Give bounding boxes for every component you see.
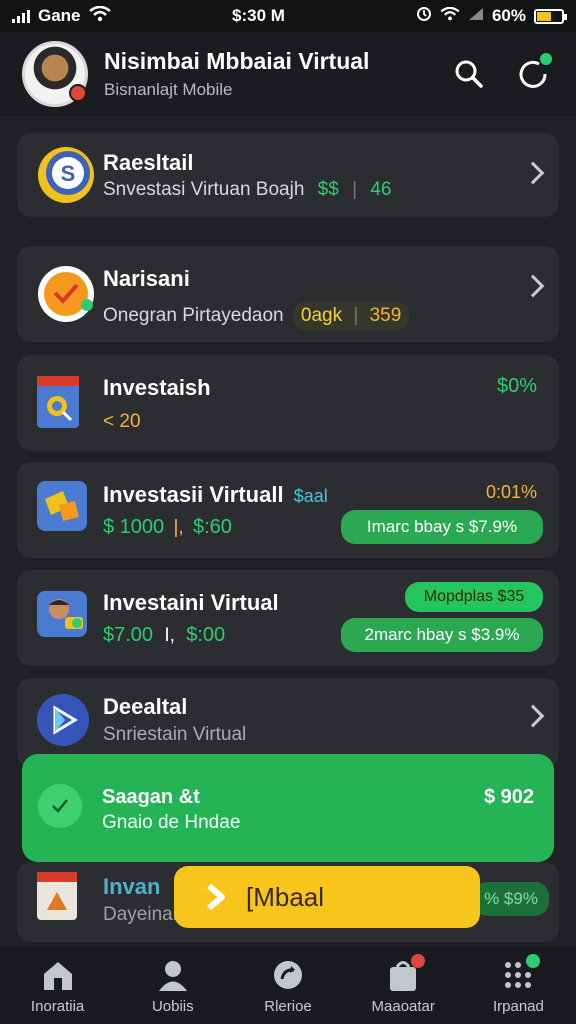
action-label: [Mbaal — [246, 881, 325, 912]
item-title: Investasii Virtuall — [103, 482, 284, 507]
item-sub-value: < 20 — [103, 411, 141, 432]
promo-subtitle: Gnaio de Hndae — [102, 812, 241, 833]
svg-text:S: S — [61, 161, 76, 186]
notification-dot — [526, 954, 541, 968]
divider: |, — [173, 517, 184, 538]
item-title: Investaish — [103, 375, 211, 400]
check-badge-icon — [35, 263, 97, 325]
wifi-icon — [88, 5, 111, 27]
chevron-right-icon — [521, 274, 545, 298]
item-title: Investaini Virtual — [103, 590, 279, 615]
primary-action-button[interactable]: [Mbaal — [174, 866, 480, 928]
divider: | — [353, 305, 359, 326]
signal-icon — [12, 9, 30, 23]
bottom-nav: Inoratiia Uobiis Rlerioe Maaoatar Irpana… — [0, 946, 576, 1024]
clock: $:30 M — [232, 6, 285, 25]
item-value-secondary: 46 — [370, 179, 392, 200]
divider: | — [352, 179, 358, 200]
item-value: 359 — [369, 305, 402, 326]
nav-label: Inoratiia — [30, 998, 85, 1015]
nav-item-bag[interactable]: Maaoatar — [346, 946, 461, 1024]
nav-item-user[interactable]: Uobiis — [115, 946, 230, 1024]
chevron-right-icon — [521, 704, 545, 728]
item-value: $$ — [317, 179, 339, 200]
item-right-value: $0% — [496, 375, 537, 397]
item-title: Raesltail — [103, 150, 194, 175]
carrier-label: Gane — [38, 6, 81, 25]
check-icon — [38, 784, 82, 828]
item-title-row: Investasii Virtuall $aal — [103, 482, 328, 508]
list-item[interactable]: Investasii Virtuall $aal 0:01% $ 1000 |,… — [17, 462, 559, 558]
item-price: $ 1000 — [103, 516, 165, 538]
alarm-icon — [416, 6, 432, 27]
list-item[interactable]: Investaish < 20 $0% — [17, 355, 559, 451]
page-title: Nisimbai Mbbaiai Virtual — [104, 48, 370, 74]
list-item[interactable]: Investaini Virtual Mopdplas $35 $7.00 I,… — [17, 570, 559, 666]
nav-label: Irpanad — [492, 998, 544, 1015]
user-icon — [158, 961, 187, 991]
promo-value: $ 902 — [483, 786, 534, 808]
item-subtitle: Snriestain Virtual — [103, 724, 247, 745]
status-badge[interactable]: Imarc bbay s $7.9% — [341, 510, 543, 544]
nav-label: Rlerioe — [264, 998, 312, 1015]
item-title-tag: $aal — [293, 486, 328, 506]
home-icon — [43, 962, 72, 990]
calendar-search-icon — [35, 372, 97, 434]
promo-banner[interactable]: Saagan &t Gnaio de Hndae $ 902 — [22, 754, 554, 862]
person-card-icon — [35, 587, 97, 649]
notification-button[interactable] — [512, 53, 554, 95]
item-right-value: 0:01% — [485, 482, 537, 502]
battery-icon — [534, 8, 567, 24]
battery-percent: 60% — [491, 6, 526, 25]
dollar-coin-icon: S — [35, 144, 97, 206]
chevron-right-icon — [207, 883, 225, 911]
tickets-icon — [35, 479, 97, 541]
app-header: Nisimbai Mbbaiai Virtual Bisnanlajt Mobi… — [0, 32, 576, 116]
notification-dot — [540, 53, 552, 65]
item-price-secondary: $:60 — [192, 516, 232, 538]
item-price-row: $7.00 I, $:00 — [103, 624, 225, 647]
nav-label: Maaoatar — [371, 998, 435, 1015]
item-right-value: % $9% — [473, 882, 549, 916]
item-subtitle: Onegran Pirtayedaon — [103, 305, 284, 326]
promo-badge: Mopdplas $35 — [405, 582, 543, 612]
nav-item-refresh[interactable]: Rlerioe — [230, 946, 345, 1024]
item-subtitle-row: Onegran Pirtayedaon 0agk | 359 — [103, 302, 410, 330]
search-icon — [455, 60, 483, 88]
item-price-secondary: $:00 — [186, 624, 226, 646]
item-subtitle-row: Snvestasi Virtuan Boajh $$ | 46 — [103, 179, 391, 201]
nav-label: Uobiis — [151, 998, 194, 1015]
avatar[interactable] — [22, 41, 88, 107]
chevron-right-icon — [521, 161, 545, 185]
item-subtitle: Snvestasi Virtuan Boajh — [103, 179, 305, 200]
item-tag: 0agk — [300, 305, 343, 326]
list-item[interactable]: Narisani Onegran Pirtayedaon 0agk | 359 — [17, 246, 559, 342]
wifi-icon — [440, 6, 460, 26]
item-subtitle: Dayeinar — [103, 904, 180, 925]
promo-title: Saagan &t — [102, 786, 200, 808]
list-item[interactable]: S Raesltail Snvestasi Virtuan Boajh $$ |… — [17, 133, 559, 217]
nav-item-grid[interactable]: Irpanad — [461, 946, 576, 1024]
divider: I, — [164, 625, 175, 646]
refresh-icon — [274, 961, 302, 989]
play-store-icon — [35, 692, 97, 754]
item-title: Narisani — [103, 266, 190, 291]
item-price-row: $ 1000 |, $:60 — [103, 516, 232, 539]
calendar-icon — [35, 870, 97, 932]
notification-dot — [410, 954, 425, 968]
item-tag-box: 0agk | 359 — [292, 302, 410, 330]
status-bar: Gane $:30 M 60% — [0, 0, 576, 32]
item-price: $7.00 — [103, 624, 154, 646]
nav-item-home[interactable]: Inoratiia — [0, 946, 115, 1024]
item-title: Invan — [103, 874, 161, 899]
item-title: Deealtal — [103, 694, 188, 719]
cell-signal-icon — [468, 6, 484, 26]
status-badge[interactable]: 2marc hbay s $3.9% — [341, 618, 543, 652]
search-button[interactable] — [448, 53, 490, 95]
page-subtitle: Bisnanlajt Mobile — [104, 80, 233, 99]
